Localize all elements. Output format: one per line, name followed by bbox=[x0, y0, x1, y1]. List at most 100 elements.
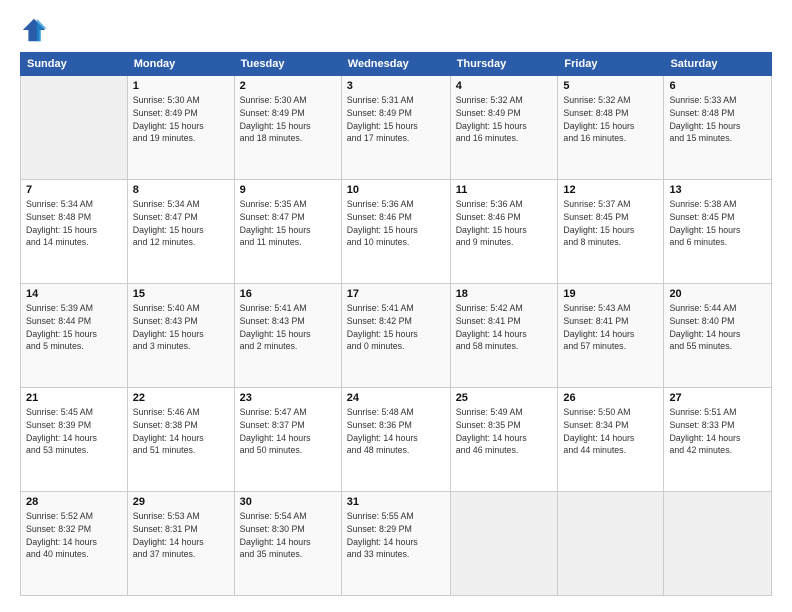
day-cell bbox=[664, 492, 772, 596]
day-number: 21 bbox=[26, 392, 122, 404]
day-cell: 24Sunrise: 5:48 AMSunset: 8:36 PMDayligh… bbox=[341, 388, 450, 492]
day-number: 22 bbox=[133, 392, 229, 404]
calendar-table: SundayMondayTuesdayWednesdayThursdayFrid… bbox=[20, 52, 772, 596]
day-cell: 20 Sunrise: 5:44 AMSunset: 8:40 PMDayligh… bbox=[664, 284, 772, 388]
day-number: 14 bbox=[26, 288, 122, 300]
day-cell: 28 Sunrise: 5:52 AMSunset: 8:32 PMDayligh… bbox=[21, 492, 128, 596]
day-number: 12 bbox=[563, 184, 658, 196]
day-info: Sunrise: 5:55 AMSunset: 8:29 PMDaylight:… bbox=[347, 510, 445, 561]
week-row-2: 7 Sunrise: 5:34 AMSunset: 8:48 PMDaylight… bbox=[21, 180, 772, 284]
day-number: 30 bbox=[240, 496, 336, 508]
day-number: 4 bbox=[456, 80, 553, 92]
day-number: 23 bbox=[240, 392, 336, 404]
day-cell: 23 Sunrise: 5:47 AMSunset: 8:37 PMDayligh… bbox=[234, 388, 341, 492]
day-cell: 7 Sunrise: 5:34 AMSunset: 8:48 PMDaylight… bbox=[21, 180, 128, 284]
week-row-1: 1 Sunrise: 5:30 AMSunset: 8:49 PMDaylight… bbox=[21, 76, 772, 180]
day-number: 9 bbox=[240, 184, 336, 196]
day-cell: 18 Sunrise: 5:42 AMSunset: 8:41 PMDayligh… bbox=[450, 284, 558, 388]
day-cell bbox=[450, 492, 558, 596]
header bbox=[20, 16, 772, 44]
day-info: Sunrise: 5:30 AMSunset: 8:49 PMDaylight:… bbox=[240, 94, 336, 145]
day-cell: 4 Sunrise: 5:32 AMSunset: 8:49 PMDaylight… bbox=[450, 76, 558, 180]
day-info: Sunrise: 5:33 AMSunset: 8:48 PMDaylight:… bbox=[669, 94, 766, 145]
day-number: 13 bbox=[669, 184, 766, 196]
day-number: 25 bbox=[456, 392, 553, 404]
day-number: 1 bbox=[133, 80, 229, 92]
page: SundayMondayTuesdayWednesdayThursdayFrid… bbox=[0, 0, 792, 612]
calendar-header-row: SundayMondayTuesdayWednesdayThursdayFrid… bbox=[21, 53, 772, 76]
header-day-friday: Friday bbox=[558, 53, 664, 76]
day-number: 27 bbox=[669, 392, 766, 404]
day-info: Sunrise: 5:32 AMSunset: 8:49 PMDaylight:… bbox=[456, 94, 553, 145]
day-cell: 9 Sunrise: 5:35 AMSunset: 8:47 PMDaylight… bbox=[234, 180, 341, 284]
day-number: 10 bbox=[347, 184, 445, 196]
week-row-4: 21 Sunrise: 5:45 AMSunset: 8:39 PMDayligh… bbox=[21, 388, 772, 492]
week-row-5: 28 Sunrise: 5:52 AMSunset: 8:32 PMDayligh… bbox=[21, 492, 772, 596]
day-cell: 3 Sunrise: 5:31 AMSunset: 8:49 PMDaylight… bbox=[341, 76, 450, 180]
logo bbox=[20, 16, 52, 44]
day-cell: 11Sunrise: 5:36 AMSunset: 8:46 PMDayligh… bbox=[450, 180, 558, 284]
day-number: 16 bbox=[240, 288, 336, 300]
header-day-sunday: Sunday bbox=[21, 53, 128, 76]
header-day-wednesday: Wednesday bbox=[341, 53, 450, 76]
day-number: 8 bbox=[133, 184, 229, 196]
day-cell: 12 Sunrise: 5:37 AMSunset: 8:45 PMDayligh… bbox=[558, 180, 664, 284]
day-cell: 2 Sunrise: 5:30 AMSunset: 8:49 PMDaylight… bbox=[234, 76, 341, 180]
day-number: 19 bbox=[563, 288, 658, 300]
day-cell: 16Sunrise: 5:41 AMSunset: 8:43 PMDayligh… bbox=[234, 284, 341, 388]
day-cell bbox=[558, 492, 664, 596]
day-cell: 13 Sunrise: 5:38 AMSunset: 8:45 PMDayligh… bbox=[664, 180, 772, 284]
day-info: Sunrise: 5:49 AMSunset: 8:35 PMDaylight:… bbox=[456, 406, 553, 457]
day-number: 18 bbox=[456, 288, 553, 300]
day-number: 31 bbox=[347, 496, 445, 508]
day-cell: 17Sunrise: 5:41 AMSunset: 8:42 PMDayligh… bbox=[341, 284, 450, 388]
day-cell: 27Sunrise: 5:51 AMSunset: 8:33 PMDayligh… bbox=[664, 388, 772, 492]
header-day-monday: Monday bbox=[127, 53, 234, 76]
day-number: 6 bbox=[669, 80, 766, 92]
day-info: Sunrise: 5:31 AMSunset: 8:49 PMDaylight:… bbox=[347, 94, 445, 145]
day-cell: 21 Sunrise: 5:45 AMSunset: 8:39 PMDayligh… bbox=[21, 388, 128, 492]
day-number: 2 bbox=[240, 80, 336, 92]
day-cell bbox=[21, 76, 128, 180]
day-cell: 22 Sunrise: 5:46 AMSunset: 8:38 PMDayligh… bbox=[127, 388, 234, 492]
day-info: Sunrise: 5:37 AMSunset: 8:45 PMDaylight:… bbox=[563, 198, 658, 249]
day-cell: 5 Sunrise: 5:32 AMSunset: 8:48 PMDaylight… bbox=[558, 76, 664, 180]
day-info: Sunrise: 5:52 AMSunset: 8:32 PMDaylight:… bbox=[26, 510, 122, 561]
day-info: Sunrise: 5:42 AMSunset: 8:41 PMDaylight:… bbox=[456, 302, 553, 353]
day-info: Sunrise: 5:34 AMSunset: 8:48 PMDaylight:… bbox=[26, 198, 122, 249]
week-row-3: 14 Sunrise: 5:39 AMSunset: 8:44 PMDayligh… bbox=[21, 284, 772, 388]
day-number: 29 bbox=[133, 496, 229, 508]
day-info: Sunrise: 5:46 AMSunset: 8:38 PMDaylight:… bbox=[133, 406, 229, 457]
day-number: 15 bbox=[133, 288, 229, 300]
day-cell: 29 Sunrise: 5:53 AMSunset: 8:31 PMDayligh… bbox=[127, 492, 234, 596]
day-number: 28 bbox=[26, 496, 122, 508]
day-number: 7 bbox=[26, 184, 122, 196]
day-info: Sunrise: 5:36 AMSunset: 8:46 PMDaylight:… bbox=[347, 198, 445, 249]
day-cell: 6 Sunrise: 5:33 AMSunset: 8:48 PMDaylight… bbox=[664, 76, 772, 180]
day-info: Sunrise: 5:30 AMSunset: 8:49 PMDaylight:… bbox=[133, 94, 229, 145]
day-info: Sunrise: 5:36 AMSunset: 8:46 PMDaylight:… bbox=[456, 198, 553, 249]
day-info: Sunrise: 5:48 AMSunset: 8:36 PMDaylight:… bbox=[347, 406, 445, 457]
day-info: Sunrise: 5:35 AMSunset: 8:47 PMDaylight:… bbox=[240, 198, 336, 249]
day-cell: 15Sunrise: 5:40 AMSunset: 8:43 PMDayligh… bbox=[127, 284, 234, 388]
day-info: Sunrise: 5:47 AMSunset: 8:37 PMDaylight:… bbox=[240, 406, 336, 457]
day-info: Sunrise: 5:39 AMSunset: 8:44 PMDaylight:… bbox=[26, 302, 122, 353]
day-info: Sunrise: 5:53 AMSunset: 8:31 PMDaylight:… bbox=[133, 510, 229, 561]
day-number: 20 bbox=[669, 288, 766, 300]
day-info: Sunrise: 5:50 AMSunset: 8:34 PMDaylight:… bbox=[563, 406, 658, 457]
header-day-thursday: Thursday bbox=[450, 53, 558, 76]
day-info: Sunrise: 5:54 AMSunset: 8:30 PMDaylight:… bbox=[240, 510, 336, 561]
day-info: Sunrise: 5:44 AMSunset: 8:40 PMDaylight:… bbox=[669, 302, 766, 353]
day-info: Sunrise: 5:34 AMSunset: 8:47 PMDaylight:… bbox=[133, 198, 229, 249]
day-cell: 10 Sunrise: 5:36 AMSunset: 8:46 PMDayligh… bbox=[341, 180, 450, 284]
header-day-saturday: Saturday bbox=[664, 53, 772, 76]
day-info: Sunrise: 5:32 AMSunset: 8:48 PMDaylight:… bbox=[563, 94, 658, 145]
day-cell: 26Sunrise: 5:50 AMSunset: 8:34 PMDayligh… bbox=[558, 388, 664, 492]
day-number: 3 bbox=[347, 80, 445, 92]
day-number: 5 bbox=[563, 80, 658, 92]
day-info: Sunrise: 5:45 AMSunset: 8:39 PMDaylight:… bbox=[26, 406, 122, 457]
day-info: Sunrise: 5:38 AMSunset: 8:45 PMDaylight:… bbox=[669, 198, 766, 249]
day-cell: 14 Sunrise: 5:39 AMSunset: 8:44 PMDayligh… bbox=[21, 284, 128, 388]
header-day-tuesday: Tuesday bbox=[234, 53, 341, 76]
day-cell: 19Sunrise: 5:43 AMSunset: 8:41 PMDayligh… bbox=[558, 284, 664, 388]
